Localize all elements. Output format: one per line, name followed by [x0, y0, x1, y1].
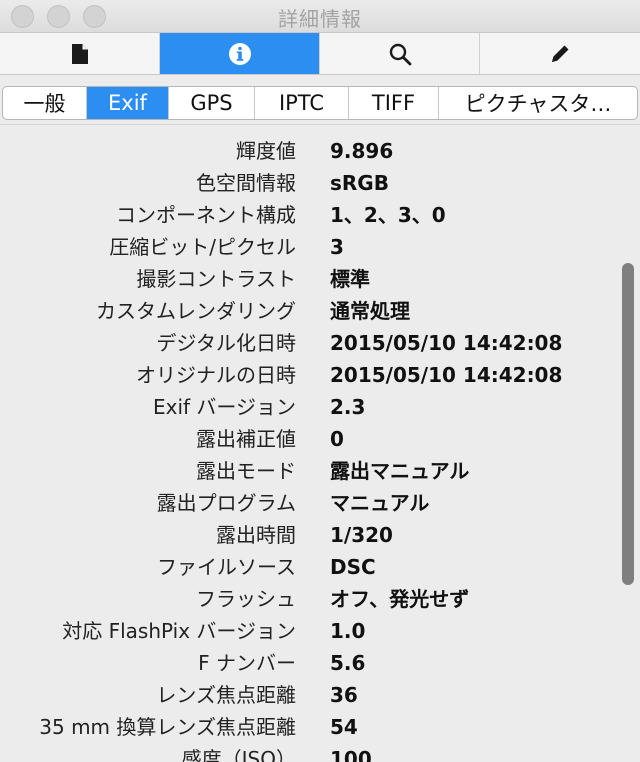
- search-icon: [389, 43, 411, 65]
- exif-label: 35 mm 換算レンズ焦点距離: [39, 715, 296, 739]
- exif-row: 対応 FlashPix バージョン 1.0: [0, 615, 620, 647]
- exif-value: マニュアル: [330, 491, 430, 515]
- exif-row: 35 mm 換算レンズ焦点距離 54: [0, 711, 620, 743]
- exif-label: Exif バージョン: [152, 395, 296, 419]
- metadata-tabs: 一般 Exif GPS IPTC TIFF ピクチャスタ…: [2, 86, 638, 120]
- exif-label: 露出時間: [216, 523, 296, 547]
- tab-tiff[interactable]: TIFF: [349, 87, 439, 119]
- exif-row: 輝度値 9.896: [0, 135, 620, 167]
- exif-label: 撮影コントラスト: [136, 267, 296, 291]
- exif-list: 輝度値 9.896 色空間情報 sRGB コンポーネント構成 1、2、3、0 圧縮ビット/ピ…: [0, 124, 640, 762]
- exif-label: 輝度値: [236, 139, 296, 163]
- exif-label: F ナンバー: [198, 651, 296, 675]
- exif-value: 2.3: [330, 395, 366, 419]
- scrollbar-thumb[interactable]: [622, 263, 634, 585]
- tool-edit[interactable]: [480, 33, 640, 74]
- exif-row: 圧縮ビット/ピクセル 3: [0, 231, 620, 263]
- exif-value: 1.0: [330, 619, 366, 643]
- tab-picture-style[interactable]: ピクチャスタ…: [439, 87, 637, 119]
- exif-label: 露出モード: [196, 459, 296, 483]
- exif-row: 露出時間 1/320: [0, 519, 620, 551]
- exif-row: デジタル化日時 2015/05/10 14:42:08: [0, 327, 620, 359]
- exif-label: デジタル化日時: [156, 331, 296, 355]
- exif-value: sRGB: [330, 171, 389, 195]
- tab-iptc[interactable]: IPTC: [255, 87, 349, 119]
- exif-value: 9.896: [330, 139, 394, 163]
- exif-label: 感度（ISO）: [181, 747, 296, 762]
- inspector-toolbar: [0, 33, 640, 75]
- exif-row: 露出プログラム マニュアル: [0, 487, 620, 519]
- exif-row: オリジナルの日時 2015/05/10 14:42:08: [0, 359, 620, 391]
- exif-value: DSC: [330, 555, 376, 579]
- exif-row: F ナンバー 5.6: [0, 647, 620, 679]
- tool-info[interactable]: [160, 33, 320, 74]
- exif-label: コンポーネント構成: [116, 203, 296, 227]
- exif-value: 1、2、3、0: [330, 203, 446, 227]
- exif-label: 露出補正値: [196, 427, 296, 451]
- exif-value: オフ、発光せず: [330, 587, 470, 611]
- exif-value: 2015/05/10 14:42:08: [330, 363, 563, 387]
- exif-value: 通常処理: [330, 299, 410, 323]
- exif-label: カスタムレンダリング: [96, 299, 296, 323]
- exif-row: コンポーネント構成 1、2、3、0: [0, 199, 620, 231]
- exif-row: Exif バージョン 2.3: [0, 391, 620, 423]
- exif-label: 対応 FlashPix バージョン: [62, 619, 296, 643]
- document-icon: [71, 43, 88, 64]
- exif-row: フラッシュ オフ、発光せず: [0, 583, 620, 615]
- exif-value: 1/320: [330, 523, 393, 547]
- tab-gps[interactable]: GPS: [169, 87, 255, 119]
- exif-row: 露出補正値 0: [0, 423, 620, 455]
- exif-value: 露出マニュアル: [330, 459, 470, 483]
- pencil-icon: [552, 45, 569, 62]
- exif-value: 5.6: [330, 651, 366, 675]
- exif-value: 36: [330, 683, 358, 707]
- info-icon: [228, 42, 251, 65]
- exif-value: 3: [330, 235, 344, 259]
- title-bar: 詳細情報: [0, 0, 640, 33]
- exif-label: 圧縮ビット/ピクセル: [109, 235, 296, 259]
- exif-value: 標準: [330, 267, 370, 291]
- exif-row: 色空間情報 sRGB: [0, 167, 620, 199]
- exif-label: ファイルソース: [157, 555, 296, 579]
- exif-value: 2015/05/10 14:42:08: [330, 331, 563, 355]
- tool-document[interactable]: [0, 33, 160, 74]
- info-window: 詳細情報 一般 Exif GPS IPTC TIFF ピクチャスタ… 輝度値 9…: [0, 0, 640, 762]
- exif-value: 100: [330, 747, 372, 762]
- exif-row: 露出モード 露出マニュアル: [0, 455, 620, 487]
- exif-label: レンズ焦点距離: [156, 683, 296, 707]
- exif-row: ファイルソース DSC: [0, 551, 620, 583]
- tool-search[interactable]: [320, 33, 480, 74]
- tab-exif[interactable]: Exif: [87, 87, 169, 119]
- exif-label: オリジナルの日時: [136, 363, 296, 387]
- tab-general[interactable]: 一般: [3, 87, 87, 119]
- exif-label: フラッシュ: [196, 587, 296, 611]
- exif-row: カスタムレンダリング 通常処理: [0, 295, 620, 327]
- exif-value: 0: [330, 427, 344, 451]
- window-title: 詳細情報: [278, 7, 362, 31]
- exif-row: 撮影コントラスト 標準: [0, 263, 620, 295]
- exif-label: 露出プログラム: [156, 491, 296, 515]
- exif-value: 54: [330, 715, 358, 739]
- exif-label: 色空間情報: [196, 171, 296, 195]
- exif-row: レンズ焦点距離 36: [0, 679, 620, 711]
- exif-row: 感度（ISO） 100: [0, 743, 620, 762]
